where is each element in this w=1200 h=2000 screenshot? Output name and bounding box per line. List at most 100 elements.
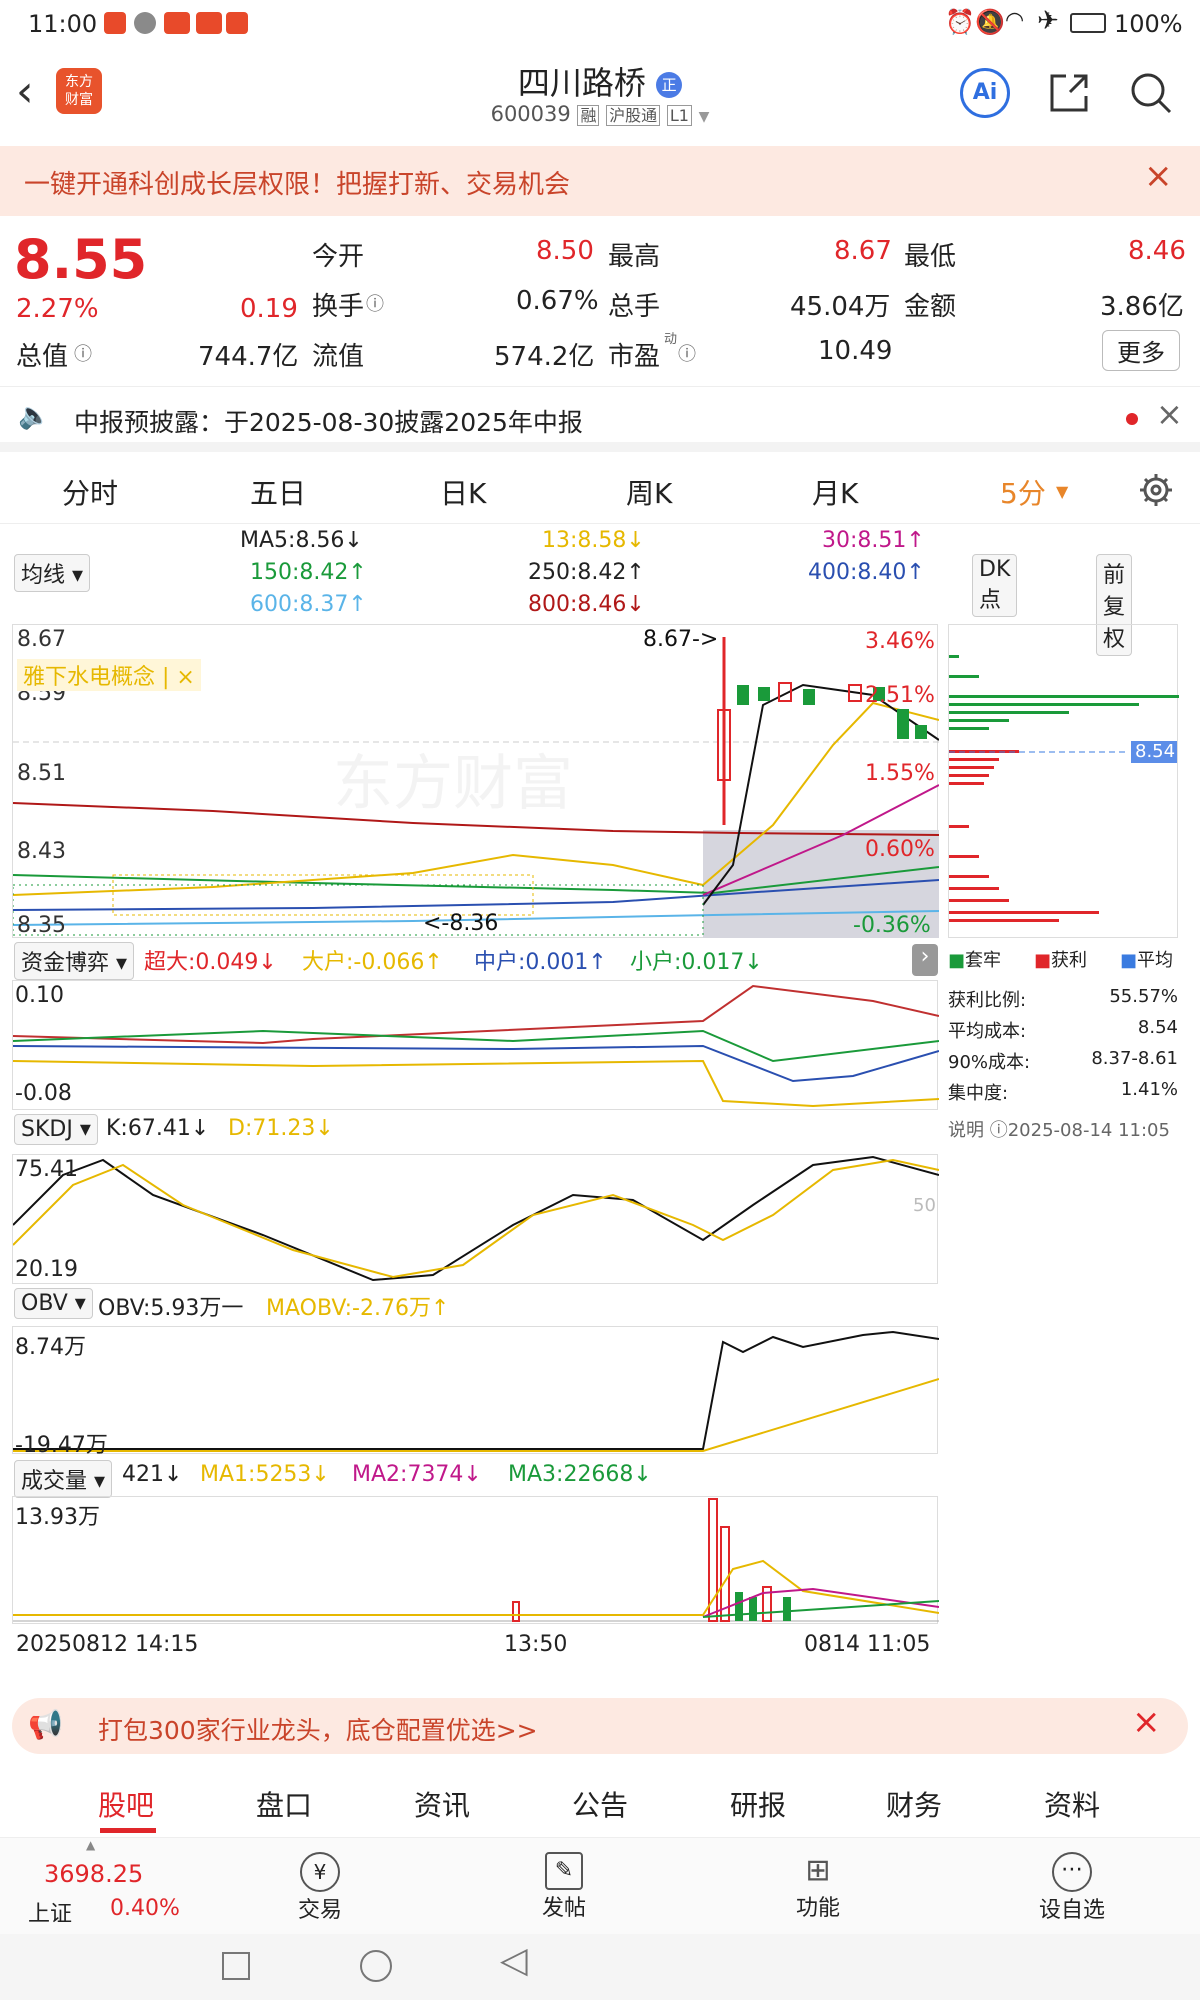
- y-tick-8.67: 8.67: [17, 627, 66, 652]
- skdj-chart[interactable]: 75.41 20.19 50: [12, 1154, 939, 1284]
- volume-ma2: MA2:7374↓: [352, 1462, 482, 1487]
- fund-chart[interactable]: 0.10 -0.08: [12, 980, 939, 1110]
- expand-right-icon[interactable]: ›: [912, 944, 938, 976]
- ai-button[interactable]: Ai: [960, 68, 1010, 118]
- obv-chart[interactable]: 8.74万 -19.47万: [12, 1326, 939, 1458]
- time-tick-mid: 13:50: [504, 1632, 568, 1657]
- info-icon[interactable]: ⓘ: [74, 340, 92, 366]
- volume-value: 421↓: [122, 1462, 183, 1487]
- add-watchlist-button[interactable]: ⋯ 设自选: [1022, 1838, 1122, 1934]
- more-button[interactable]: 更多: [1102, 330, 1180, 371]
- bottom-toolbar: ▲ 3698.25 上证 0.40% ¥ 交易 ✎ 发帖 ⊞ 功能 ⋯ 设自选: [0, 1838, 1200, 1934]
- tab-research[interactable]: 研报: [730, 1784, 786, 1824]
- chevron-down-icon[interactable]: ▼: [699, 109, 710, 125]
- time-axis: 20250812 14:15 13:50 0814 11:05: [12, 1632, 938, 1662]
- volume-chart[interactable]: 13.93万: [12, 1496, 939, 1624]
- search-icon[interactable]: [1128, 70, 1174, 116]
- fund-chart-canvas: [13, 984, 939, 1108]
- obv-selector[interactable]: OBV ▾: [14, 1288, 93, 1319]
- info-icon[interactable]: ⓘ: [366, 290, 384, 316]
- trade-button[interactable]: ¥ 交易: [270, 1838, 370, 1934]
- chip-distribution-chart[interactable]: 8.54: [948, 624, 1179, 938]
- close-icon[interactable]: ×: [1156, 395, 1183, 433]
- obv-value: OBV:5.93万一: [98, 1296, 244, 1321]
- fund-medium: 中户:0.001↑: [474, 950, 607, 975]
- open-label: 今开: [312, 242, 365, 272]
- time-tick-start: 20250812 14:15: [16, 1632, 199, 1657]
- tab-news[interactable]: 资讯: [414, 1784, 470, 1824]
- obv-chart-canvas: [13, 1330, 939, 1452]
- amount-label: 金额: [904, 292, 957, 322]
- tab-five-day[interactable]: 五日: [250, 472, 306, 512]
- fund-indicator-selector[interactable]: 资金博弈 ▾: [14, 942, 135, 980]
- pct-tick-1: 3.46%: [865, 629, 935, 654]
- stock-code: 600039: [490, 102, 571, 126]
- promo-banner[interactable]: 一键开通科创成长层权限！把握打新、交易机会 ×: [0, 146, 1200, 216]
- close-icon[interactable]: ×: [1144, 156, 1173, 196]
- ma-legend: 均线 ▾ MA5:8.56↓ 13:8.58↓ 30:8.51↑ 150:8.4…: [0, 524, 1133, 656]
- tab-intraday[interactable]: 分时: [62, 472, 118, 512]
- tab-daily-k[interactable]: 日K: [440, 472, 486, 512]
- skdj-y-top: 75.41: [15, 1157, 78, 1182]
- ma600-value: 600:8.37↑: [250, 592, 367, 617]
- chip-profit-label: 获利比例:: [948, 990, 1027, 1011]
- promo-banner-2[interactable]: 📢 打包300家行业龙头，底仓配置优选>> ×: [12, 1698, 1188, 1754]
- chip-90-value: 8.37-8.61: [1091, 1048, 1178, 1069]
- low-value: 8.46: [1128, 236, 1186, 266]
- notice-bar[interactable]: 🔈 中报预披露：于2025-08-30披露2025年中报 ×: [0, 386, 1200, 452]
- volume-selector[interactable]: 成交量 ▾: [14, 1460, 113, 1498]
- candle-down: [897, 709, 909, 739]
- index-ticker[interactable]: ▲ 3698.25 上证 0.40%: [0, 1838, 200, 1934]
- tab-forum[interactable]: 股吧: [98, 1784, 154, 1824]
- share-icon[interactable]: [1046, 70, 1092, 116]
- candle-down: [803, 689, 815, 705]
- speaker-icon: 🔈: [18, 401, 51, 431]
- chip-avg-label: 平均成本:: [948, 1021, 1027, 1042]
- tag-level: L1: [666, 105, 692, 126]
- tab-profile[interactable]: 资料: [1044, 1784, 1100, 1824]
- price-chart[interactable]: 8.67 8.59 8.51 8.43 8.35 3.46% 2.51% 1.5…: [12, 624, 939, 938]
- back-nav-icon[interactable]: ◁: [500, 1940, 528, 1981]
- tab-5min[interactable]: 5分: [1000, 472, 1046, 512]
- app-icon-2: [164, 12, 190, 34]
- market-cap: 744.7亿: [198, 342, 299, 372]
- pe-value: 10.49: [818, 336, 893, 366]
- tab-weekly-k[interactable]: 周K: [626, 472, 672, 512]
- recents-icon[interactable]: [222, 1952, 250, 1980]
- fund-small: 小户:0.017↓: [630, 950, 763, 975]
- home-icon[interactable]: [360, 1950, 392, 1982]
- pct-tick-3: 1.55%: [865, 761, 935, 786]
- candle-down: [737, 685, 749, 705]
- tab-announcement[interactable]: 公告: [572, 1784, 628, 1824]
- y-tick-8.51: 8.51: [17, 761, 66, 786]
- indicator-selector[interactable]: 均线 ▾: [14, 554, 91, 592]
- caret-up-icon: ▲: [86, 1838, 96, 1852]
- chip-concentration-value: 1.41%: [1120, 1079, 1178, 1100]
- system-navigation: ◁: [0, 1934, 1200, 2000]
- skdj-selector[interactable]: SKDJ ▾: [14, 1114, 98, 1145]
- ma30-value: 30:8.51↑: [822, 528, 925, 553]
- volume-chart-canvas: [13, 1498, 939, 1622]
- info-icon[interactable]: ⓘ: [678, 340, 696, 366]
- title-badge: 正: [656, 72, 683, 98]
- concept-tag[interactable]: 雅下水电概念 | ×: [17, 659, 201, 691]
- post-button[interactable]: ✎ 发帖: [514, 1838, 614, 1934]
- pe-label: 市盈: [608, 342, 661, 372]
- obv-legend: OBV ▾ OBV:5.93万一 MAOBV:-2.76万↑: [12, 1286, 938, 1324]
- pct-tick-4: 0.60%: [865, 837, 935, 862]
- obv-y-bottom: -19.47万: [15, 1433, 108, 1458]
- tab-finance[interactable]: 财务: [886, 1784, 942, 1824]
- tab-orderbook[interactable]: 盘口: [256, 1784, 312, 1824]
- tab-monthly-k[interactable]: 月K: [812, 472, 858, 512]
- skdj-d: D:71.23↓: [228, 1116, 334, 1141]
- functions-button[interactable]: ⊞ 功能: [768, 1838, 868, 1934]
- chip-note[interactable]: 说明 ⓘ2025-08-14 11:05: [948, 1116, 1170, 1142]
- skdj-y-bottom: 20.19: [15, 1257, 78, 1282]
- gear-icon[interactable]: [1138, 472, 1174, 508]
- index-pct: 0.40%: [110, 1896, 180, 1921]
- status-bar: 11:00 ⏰ 🔕 ◠ ✈ 100%: [0, 0, 1200, 50]
- dk-point-button[interactable]: DK点: [972, 554, 1018, 617]
- fund-super: 超大:0.049↓: [144, 950, 277, 975]
- close-icon[interactable]: ×: [1132, 1702, 1161, 1742]
- wifi-icon: ◠: [1005, 8, 1025, 33]
